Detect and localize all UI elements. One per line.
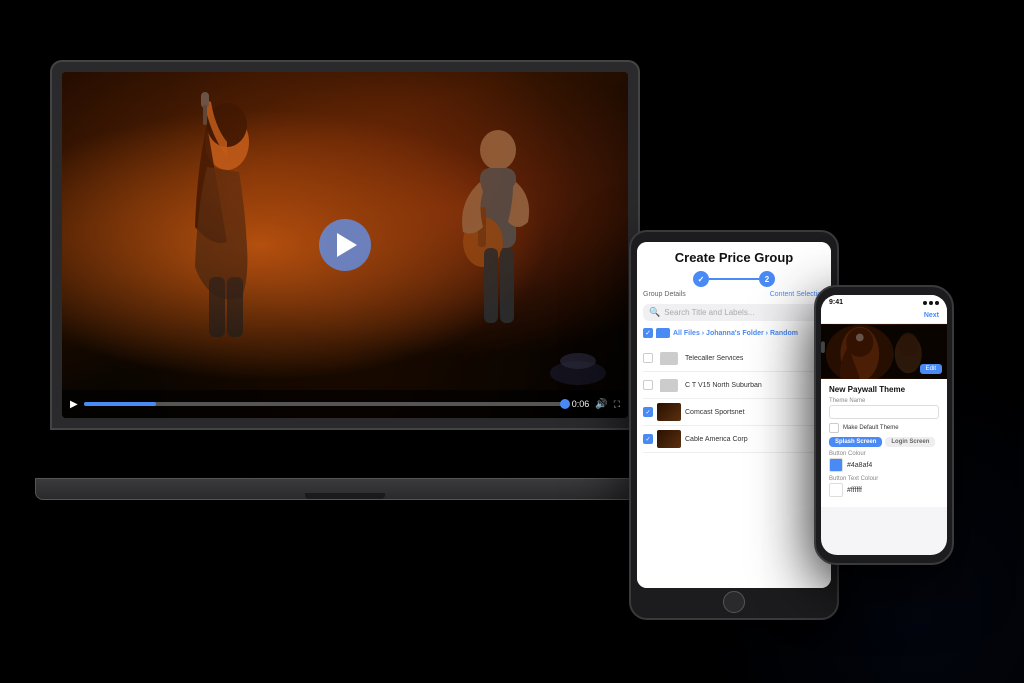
folder-check[interactable] (643, 328, 653, 338)
login-screen-tab[interactable]: Login Screen (885, 437, 935, 447)
time-display: 0:06 (572, 399, 590, 409)
search-icon: 🔍 (649, 307, 660, 318)
file-name-2: Comcast Sportsnet (685, 409, 745, 416)
file-row-2[interactable]: Comcast Sportsnet (643, 399, 825, 426)
step-2-circle: 2 (759, 271, 775, 287)
default-theme-checkbox[interactable] (829, 423, 839, 433)
laptop-screen: ▶ 0:06 🔊 ⛶ (62, 72, 628, 418)
phone-action-button[interactable]: Edit (920, 364, 942, 374)
file-check-3[interactable] (643, 434, 653, 444)
tablet-home-button[interactable] (723, 591, 745, 613)
singer-figure (157, 87, 297, 347)
button-text-colour-picker[interactable]: #ffffff (829, 483, 939, 497)
default-theme-row: Make Default Theme (829, 423, 939, 433)
phone-navbar: Next (821, 308, 947, 324)
phone-status-bar: 9:41 (821, 295, 947, 308)
breadcrumb-text: All Files › Johanna's Folder › Random (673, 330, 798, 337)
default-theme-label: Make Default Theme (843, 425, 899, 431)
wifi-icon (929, 301, 933, 305)
file-row-1[interactable]: C T V15 North Suburban (643, 372, 825, 399)
laptop: ▶ 0:06 🔊 ⛶ (50, 60, 670, 500)
screen-tab-row: Splash Screen Login Screen (829, 437, 939, 447)
button-text-colour-swatch[interactable] (829, 483, 843, 497)
file-thumb-2 (657, 403, 681, 421)
phone-form-area: New Paywall Theme Theme Name Make Defaul… (821, 379, 947, 507)
progress-bar[interactable] (84, 402, 566, 406)
phone-next-button[interactable]: Next (924, 312, 939, 319)
drum-kit (548, 338, 608, 388)
battery-icon (935, 301, 939, 305)
laptop-notch (305, 493, 385, 499)
button-colour-label: Button Colour (829, 451, 939, 457)
phone-section-title: New Paywall Theme (829, 385, 939, 394)
volume-icon[interactable]: 🔊 (595, 399, 607, 410)
file-folder-icon-1 (657, 376, 681, 394)
concert-background: ▶ 0:06 🔊 ⛶ (62, 72, 628, 418)
tablet-device: Create Price Group ✓ 2 Group Details Con… (629, 230, 839, 620)
phone-notch (864, 287, 904, 295)
signal-icon (923, 301, 927, 305)
phone-time: 9:41 (829, 299, 843, 306)
tablet-ui: Create Price Group ✓ 2 Group Details Con… (637, 242, 831, 588)
step-line (709, 278, 759, 280)
theme-name-row: Theme Name (829, 398, 939, 419)
folder-shape-0 (660, 352, 678, 365)
splash-screen-tab[interactable]: Splash Screen (829, 437, 882, 447)
phone-device: 9:41 Next E (814, 285, 954, 565)
phone-status-icons (923, 301, 939, 305)
tablet-steps: ✓ 2 (643, 271, 825, 287)
play-pause-button[interactable]: ▶ (70, 399, 78, 410)
button-colour-picker[interactable]: #4a8af4 (829, 458, 939, 472)
breadcrumb-row: All Files › Johanna's Folder › Random (643, 326, 825, 340)
tablet-search-bar[interactable]: 🔍 Search Title and Labels... (643, 304, 825, 321)
play-icon (337, 233, 357, 257)
step-1-label: Group Details (643, 291, 686, 298)
file-check-1[interactable] (643, 380, 653, 390)
folder-icon (656, 328, 670, 338)
theme-name-input[interactable] (829, 405, 939, 419)
button-text-colour-value: #ffffff (847, 487, 862, 494)
laptop-screen-border: ▶ 0:06 🔊 ⛶ (50, 60, 640, 430)
file-thumb-3 (657, 430, 681, 448)
progress-dot (560, 399, 570, 409)
button-text-colour-row: Button Text Colour #ffffff (829, 476, 939, 497)
file-name-1: C T V15 North Suburban (685, 382, 762, 389)
file-row-3[interactable]: Cable America Corp (643, 426, 825, 453)
file-folder-icon-0 (657, 349, 681, 367)
folder-shape-1 (660, 379, 678, 392)
button-colour-swatch[interactable] (829, 458, 843, 472)
play-button[interactable] (319, 219, 371, 271)
button-text-colour-label: Button Text Colour (829, 476, 939, 482)
step-1-circle: ✓ (693, 271, 709, 287)
fullscreen-icon[interactable]: ⛶ (614, 399, 620, 410)
file-name-3: Cable America Corp (685, 436, 748, 443)
guitarist-figure (438, 122, 558, 332)
tablet-screen: Create Price Group ✓ 2 Group Details Con… (637, 242, 831, 588)
laptop-base (35, 478, 655, 500)
phone-image-preview: Edit (821, 324, 947, 379)
tablet-page-title: Create Price Group (643, 250, 825, 265)
file-check-0[interactable] (643, 353, 653, 363)
file-check-2[interactable] (643, 407, 653, 417)
step-labels: Group Details Content Selection (643, 291, 825, 298)
file-row-0[interactable]: Telecaller Services (643, 345, 825, 372)
file-name-0: Telecaller Services (685, 355, 743, 362)
phone-screen: 9:41 Next E (821, 295, 947, 555)
button-colour-row: Button Colour #4a8af4 (829, 451, 939, 472)
video-controls-bar: ▶ 0:06 🔊 ⛶ (62, 390, 628, 418)
theme-name-label: Theme Name (829, 398, 939, 404)
progress-fill (84, 402, 156, 406)
button-colour-value: #4a8af4 (847, 462, 872, 469)
search-placeholder: Search Title and Labels... (664, 308, 754, 317)
